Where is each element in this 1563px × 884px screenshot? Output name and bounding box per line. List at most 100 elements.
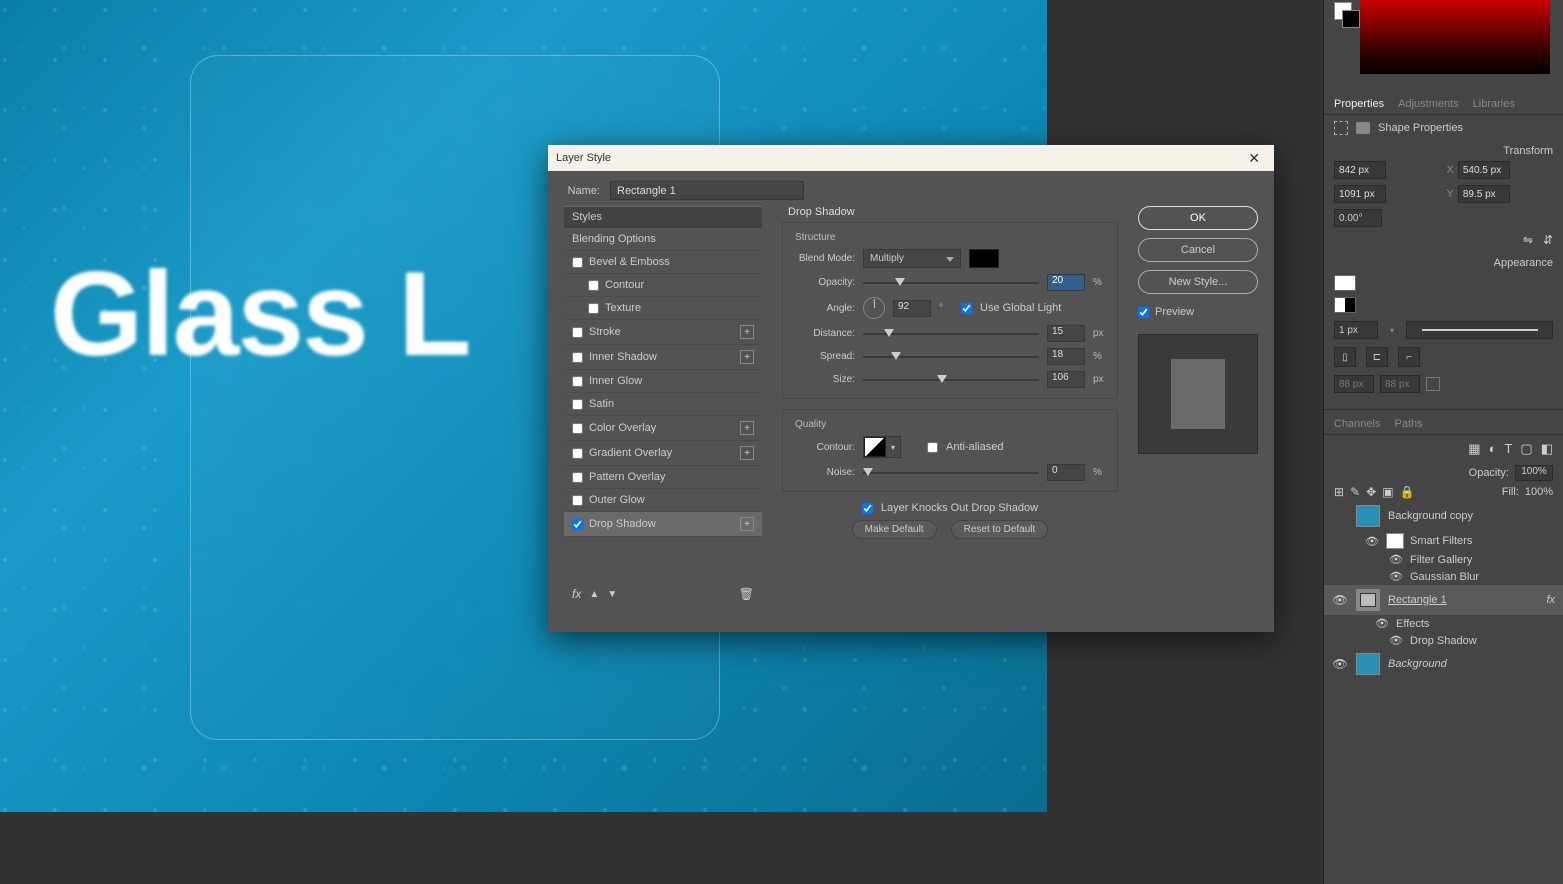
noise-slider[interactable] [863, 466, 1039, 480]
pattern-overlay-checkbox[interactable] [572, 472, 583, 483]
anti-aliased-checkbox[interactable] [927, 442, 938, 453]
move-down-icon[interactable]: ▼ [607, 589, 617, 600]
knockout-checkbox[interactable] [862, 503, 873, 514]
satin-checkbox[interactable] [572, 399, 583, 410]
global-light-checkbox[interactable] [961, 303, 972, 314]
style-inner-glow[interactable]: Inner Glow [564, 370, 762, 393]
filter-adjustment-icon[interactable]: ◐ [1489, 441, 1497, 457]
noise-field[interactable]: 0 [1047, 464, 1085, 481]
visibility-toggle[interactable]: 👁 [1388, 634, 1404, 647]
corner-radius-field-2[interactable]: 88 px [1380, 375, 1420, 393]
preview-checkbox[interactable] [1138, 307, 1149, 318]
distance-slider[interactable] [863, 327, 1039, 341]
y-field[interactable] [1458, 185, 1510, 203]
inner-glow-checkbox[interactable] [572, 376, 583, 387]
dialog-titlebar[interactable]: Layer Style ✕ [548, 145, 1274, 171]
blend-mode-select[interactable]: Multiply [863, 249, 961, 268]
bevel-emboss-checkbox[interactable] [572, 257, 583, 268]
style-satin[interactable]: Satin [564, 393, 762, 416]
distance-field[interactable]: 15 [1047, 325, 1085, 342]
filter-type-icon[interactable]: T [1504, 441, 1512, 457]
style-pattern-overlay[interactable]: Pattern Overlay [564, 466, 762, 489]
gradient-overlay-checkbox[interactable] [572, 448, 583, 459]
move-up-icon[interactable]: ▲ [589, 589, 599, 600]
filter-pixel-icon[interactable]: ▦ [1468, 441, 1480, 457]
stroke-corners-icon[interactable]: ⌐ [1398, 347, 1420, 367]
tab-channels[interactable]: Channels [1334, 418, 1380, 430]
flip-vertical-icon[interactable]: ⇵ [1543, 233, 1553, 247]
size-slider[interactable] [863, 373, 1039, 387]
rotate-field[interactable]: 0.00° [1334, 209, 1382, 227]
flip-horizontal-icon[interactable]: ⇋ [1523, 233, 1533, 247]
filter-shape-icon[interactable]: ▢ [1520, 441, 1532, 457]
x-field[interactable] [1458, 161, 1510, 179]
layer-background-copy[interactable]: Background copy [1324, 501, 1563, 531]
fill-swatch[interactable] [1334, 275, 1356, 291]
stroke-width-field[interactable]: 1 px [1334, 321, 1378, 339]
texture-checkbox[interactable] [588, 303, 599, 314]
fx-icon[interactable]: fx [572, 587, 581, 601]
spread-slider[interactable] [863, 350, 1039, 364]
filter-gallery-item[interactable]: Filter Gallery [1410, 554, 1472, 566]
style-inner-shadow[interactable]: Inner Shadow+ [564, 345, 762, 370]
visibility-toggle[interactable]: 👁 [1364, 535, 1380, 548]
angle-dial[interactable] [863, 297, 885, 319]
background-color-swatch[interactable] [1342, 10, 1360, 28]
style-gradient-overlay[interactable]: Gradient Overlay+ [564, 441, 762, 466]
lock-transparency-icon[interactable]: ⊞ [1334, 485, 1344, 499]
tab-paths[interactable]: Paths [1394, 418, 1422, 430]
add-gradient-overlay-button[interactable]: + [740, 446, 754, 460]
add-color-overlay-button[interactable]: + [740, 421, 754, 435]
corner-radius-field-1[interactable]: 88 px [1334, 375, 1374, 393]
drop-shadow-effect[interactable]: Drop Shadow [1410, 635, 1477, 647]
style-contour[interactable]: Contour [564, 274, 762, 297]
height-field[interactable] [1334, 185, 1386, 203]
visibility-toggle[interactable]: 👁 [1332, 657, 1348, 671]
size-field[interactable]: 106 [1047, 371, 1085, 388]
add-drop-shadow-button[interactable]: + [740, 517, 754, 531]
style-drop-shadow[interactable]: Drop Shadow+ [564, 512, 762, 537]
lock-artboard-icon[interactable]: ▣ [1382, 485, 1393, 499]
stroke-checkbox[interactable] [572, 327, 583, 338]
tab-libraries[interactable]: Libraries [1473, 98, 1515, 110]
shadow-color-swatch[interactable] [969, 249, 999, 268]
lock-pixels-icon[interactable]: ✎ [1350, 485, 1360, 499]
visibility-toggle[interactable]: 👁 [1374, 617, 1390, 630]
reset-default-button[interactable]: Reset to Default [951, 520, 1049, 539]
close-button[interactable]: ✕ [1242, 150, 1266, 167]
visibility-toggle[interactable]: 👁 [1388, 553, 1404, 566]
fill-value[interactable]: 100% [1525, 486, 1553, 498]
stroke-align-icon[interactable]: ▯ [1334, 347, 1356, 367]
style-outer-glow[interactable]: Outer Glow [564, 489, 762, 512]
layer-rectangle-1[interactable]: 👁 Rectangle 1 fx [1324, 585, 1563, 615]
outer-glow-checkbox[interactable] [572, 495, 583, 506]
drop-shadow-checkbox[interactable] [572, 519, 583, 530]
tab-properties[interactable]: Properties [1334, 98, 1384, 110]
stroke-caps-icon[interactable]: ⊏ [1366, 347, 1388, 367]
lock-position-icon[interactable]: ✥ [1366, 485, 1376, 499]
layer-name-input[interactable] [610, 181, 804, 200]
add-stroke-button[interactable]: + [740, 325, 754, 339]
angle-field[interactable]: 92 [893, 300, 931, 317]
trash-icon[interactable]: 🗑 [739, 587, 754, 601]
style-color-overlay[interactable]: Color Overlay+ [564, 416, 762, 441]
opacity-slider[interactable] [863, 276, 1039, 290]
filter-smart-icon[interactable]: ◧ [1541, 441, 1553, 457]
style-bevel-emboss[interactable]: Bevel & Emboss [564, 251, 762, 274]
style-stroke[interactable]: Stroke+ [564, 320, 762, 345]
color-picker-gradient[interactable] [1360, 0, 1550, 74]
inner-shadow-checkbox[interactable] [572, 352, 583, 363]
contour-checkbox[interactable] [588, 280, 599, 291]
visibility-toggle[interactable]: 👁 [1332, 593, 1348, 607]
width-field[interactable] [1334, 161, 1386, 179]
make-default-button[interactable]: Make Default [852, 520, 937, 539]
layer-background[interactable]: 👁 Background [1324, 649, 1563, 679]
style-blending-options[interactable]: Blending Options [564, 228, 762, 251]
tab-adjustments[interactable]: Adjustments [1398, 98, 1459, 110]
color-overlay-checkbox[interactable] [572, 423, 583, 434]
style-texture[interactable]: Texture [564, 297, 762, 320]
add-inner-shadow-button[interactable]: + [740, 350, 754, 364]
contour-picker[interactable]: ▾ [863, 436, 901, 458]
ok-button[interactable]: OK [1138, 206, 1258, 230]
stroke-swatch[interactable] [1334, 297, 1356, 313]
